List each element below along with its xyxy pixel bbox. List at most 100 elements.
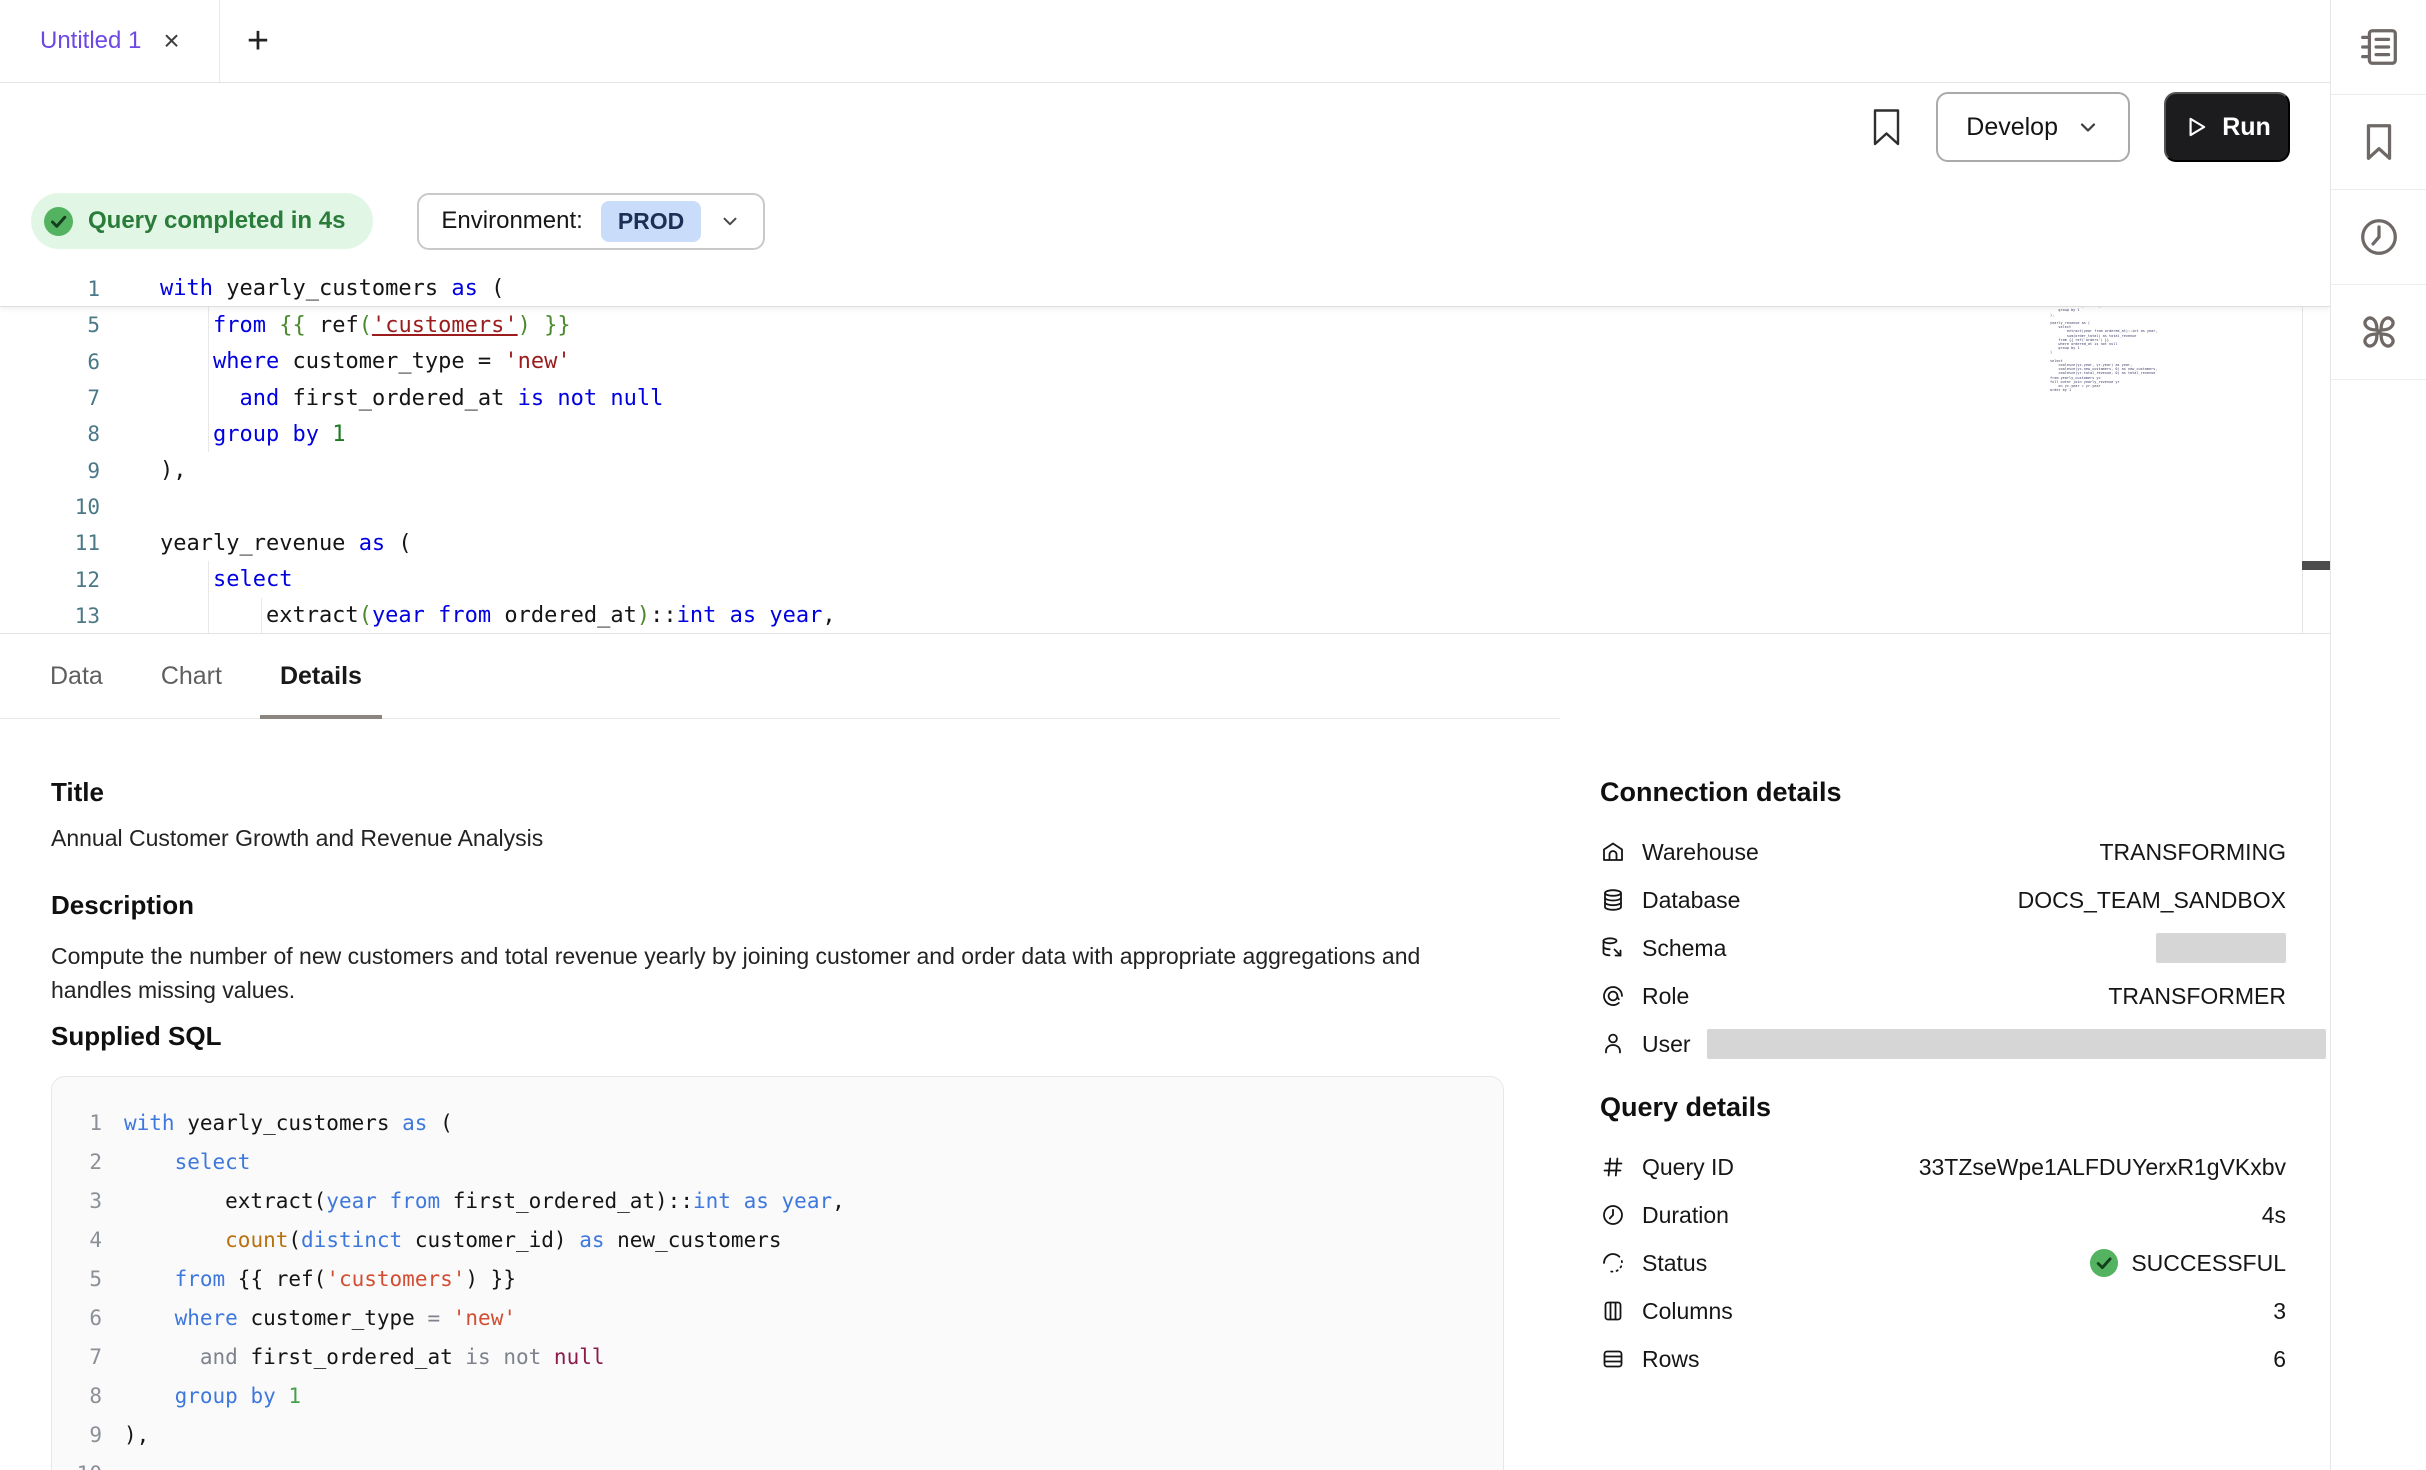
tab-data[interactable]: Data <box>30 634 123 718</box>
line-number: 9 <box>0 459 100 483</box>
success-check-icon <box>2089 1248 2119 1278</box>
play-icon <box>2183 114 2209 140</box>
query-status-badge: Query completed in 4s <box>31 193 373 249</box>
environment-selector[interactable]: Environment: PROD <box>417 193 765 250</box>
sidebar-item-notebook[interactable] <box>2331 0 2426 95</box>
row-value: TRANSFORMER <box>2108 983 2286 1010</box>
line-number: 5 <box>0 313 100 337</box>
spinner-icon <box>1600 1250 1626 1276</box>
sidebar-item-assistant[interactable] <box>2331 285 2426 380</box>
query-row-rows: Rows 6 <box>1600 1335 2286 1383</box>
line-number: 1 <box>52 1111 102 1135</box>
editor-code: 1with yearly_customers as (5 from {{ ref… <box>0 271 2330 634</box>
close-icon[interactable]: × <box>163 27 179 55</box>
row-label: Status <box>1642 1250 1707 1277</box>
role-icon <box>1600 983 1626 1009</box>
code-line: 5 from {{ ref('customers') }} <box>0 307 2330 343</box>
develop-dropdown-button[interactable]: Develop <box>1936 92 2130 162</box>
chevron-down-icon <box>719 210 741 232</box>
chevron-down-icon <box>2076 115 2100 139</box>
title-heading: Title <box>51 777 1511 808</box>
query-details-heading: Query details <box>1600 1092 2286 1123</box>
line-number: 13 <box>0 604 100 628</box>
row-value: 3 <box>2273 1298 2286 1325</box>
line-number: 9 <box>52 1423 102 1447</box>
connection-row-user: User <box>1600 1020 2286 1068</box>
bookmark-button[interactable] <box>1871 108 1902 147</box>
tab-title: Untitled 1 <box>40 27 141 55</box>
supplied-sql-heading: Supplied SQL <box>51 1021 1511 1052</box>
redacted-value <box>2156 933 2286 963</box>
line-number: 2 <box>52 1150 102 1174</box>
right-sidebar <box>2330 0 2426 1470</box>
columns-icon <box>1600 1298 1626 1324</box>
row-label: Columns <box>1642 1298 1733 1325</box>
details-panel: Title Annual Customer Growth and Revenue… <box>0 719 2330 1470</box>
tab-chart[interactable]: Chart <box>141 634 242 718</box>
connection-row-database: Database DOCS_TEAM_SANDBOX <box>1600 876 2286 924</box>
code-line: 10 <box>0 489 2330 525</box>
connection-row-schema: Schema <box>1600 924 2286 972</box>
query-status-text: Query completed in 4s <box>88 207 345 235</box>
new-tab-button[interactable]: + <box>220 0 296 82</box>
row-value: TRANSFORMING <box>2099 839 2286 866</box>
bookmark-icon <box>2356 119 2402 165</box>
line-number: 7 <box>52 1345 102 1369</box>
line-number: 7 <box>0 386 100 410</box>
history-clock-icon <box>2356 214 2402 260</box>
main-panel: Untitled 1 × + Develop <box>0 0 2330 1470</box>
code-line: 1with yearly_customers as ( <box>0 271 2330 307</box>
code-line: 6 where customer_type = 'new' <box>52 1298 1503 1337</box>
line-number: 8 <box>52 1384 102 1408</box>
row-value: 4s <box>2262 1202 2286 1229</box>
database-icon <box>1600 887 1626 913</box>
code-line: 11yearly_revenue as ( <box>0 525 2330 561</box>
sql-editor[interactable]: 1with yearly_customers as (5 from {{ ref… <box>0 271 2330 634</box>
description-heading: Description <box>51 890 1511 921</box>
query-row-columns: Columns 3 <box>1600 1287 2286 1335</box>
x-knot-icon <box>2356 309 2402 355</box>
line-number: 10 <box>0 495 100 519</box>
line-number: 4 <box>52 1228 102 1252</box>
warehouse-icon <box>1600 839 1626 865</box>
user-icon <box>1600 1031 1626 1057</box>
title-value: Annual Customer Growth and Revenue Analy… <box>51 825 1511 852</box>
tab-details[interactable]: Details <box>260 634 382 718</box>
bookmark-icon <box>1871 108 1902 147</box>
schema-icon <box>1600 935 1626 961</box>
run-label: Run <box>2222 113 2271 142</box>
tab-untitled-1[interactable]: Untitled 1 × <box>0 0 220 82</box>
code-line: 1with yearly_customers as ( <box>52 1103 1503 1142</box>
line-number: 10 <box>52 1462 102 1470</box>
query-row-duration: Duration 4s <box>1600 1191 2286 1239</box>
redacted-value <box>1707 1029 2326 1059</box>
check-circle-icon <box>43 206 74 237</box>
line-number: 5 <box>52 1267 102 1291</box>
run-button[interactable]: Run <box>2164 92 2290 162</box>
row-value: 33TZseWpe1ALFDUYerxR1gVKxbv <box>1919 1154 2286 1181</box>
line-number: 6 <box>0 350 100 374</box>
row-label: Schema <box>1642 935 1726 962</box>
editor-scrollbar[interactable] <box>2302 271 2330 633</box>
hash-icon <box>1600 1154 1626 1180</box>
line-number: 11 <box>0 531 100 555</box>
environment-label: Environment: <box>441 207 582 235</box>
sidebar-item-bookmarks[interactable] <box>2331 95 2426 190</box>
row-label: User <box>1642 1031 1691 1058</box>
sidebar-item-history[interactable] <box>2331 190 2426 285</box>
description-value: Compute the number of new customers and … <box>51 939 1426 1007</box>
tab-bar: Untitled 1 × + <box>0 0 2330 83</box>
clock-icon <box>1600 1202 1626 1228</box>
connection-row-warehouse: Warehouse TRANSFORMING <box>1600 828 2286 876</box>
scrollbar-thumb[interactable] <box>2302 561 2330 570</box>
toolbar: Develop Run <box>0 83 2330 171</box>
code-line: 13 extract(year from ordered_at)::int as… <box>0 598 2330 634</box>
row-label: Role <box>1642 983 1689 1010</box>
code-line: 4 count(distinct customer_id) as new_cus… <box>52 1220 1503 1259</box>
row-label: Query ID <box>1642 1154 1734 1181</box>
row-label: Rows <box>1642 1346 1700 1373</box>
status-value: SUCCESSFUL <box>2089 1248 2286 1278</box>
code-line: 9), <box>0 452 2330 488</box>
details-right-column: Connection details Warehouse TRANSFORMIN… <box>1600 777 2286 1383</box>
code-line: 10 <box>52 1454 1503 1470</box>
